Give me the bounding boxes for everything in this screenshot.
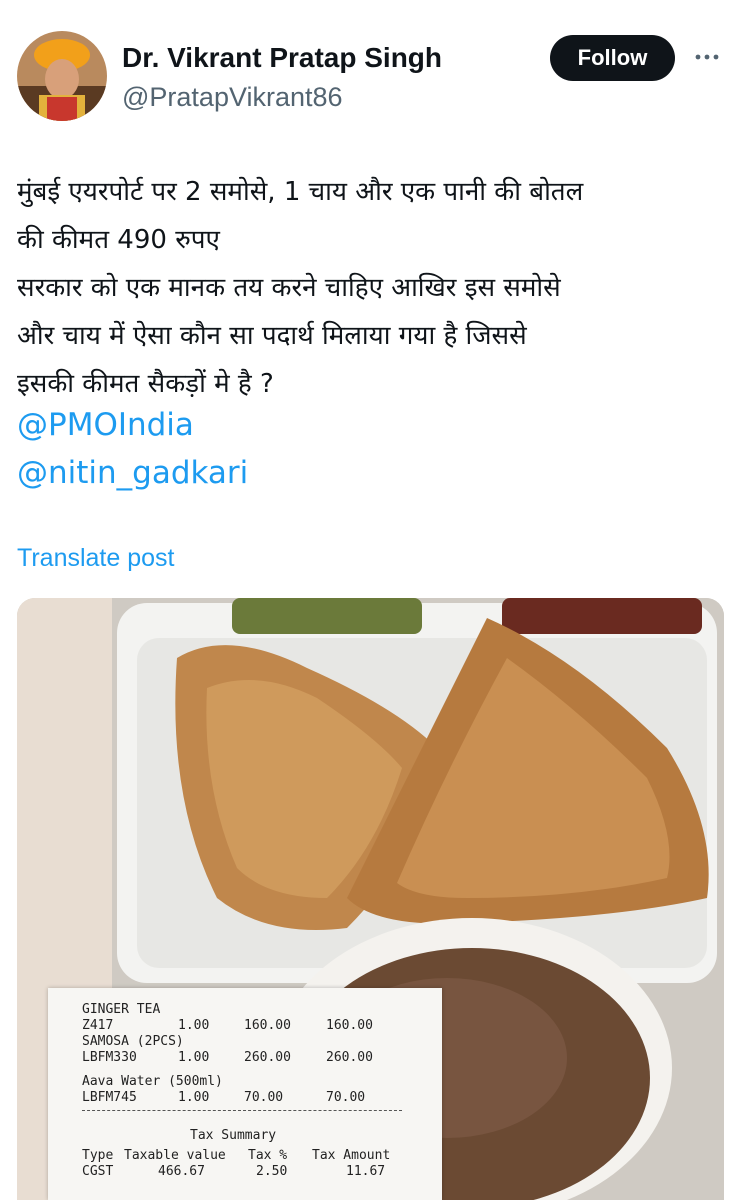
receipt-item-name: Aava Water (500ml) — [82, 1074, 223, 1089]
follow-button[interactable]: Follow — [550, 35, 675, 81]
receipt-tax-header: Tax Amount — [312, 1148, 391, 1163]
post-line: और चाय में ऐसा कौन सा पदार्थ मिलाया गया … — [17, 321, 527, 351]
post-line: मुंबई एयरपोर्ट पर 2 समोसे, 1 चाय और एक प… — [17, 177, 584, 207]
receipt-item-amount: 70.00 — [326, 1090, 366, 1105]
receipt-tax-header: Tax % — [248, 1148, 288, 1163]
post-line: इसकी कीमत सैकड़ों मे है ? — [17, 369, 274, 399]
mention-link-nitin-gadkari[interactable]: @nitin_gadkari — [17, 455, 248, 491]
receipt-item-amount: 260.00 — [326, 1050, 373, 1065]
receipt-item-code: LBFM330 — [82, 1050, 137, 1065]
receipt-item-code: Z417 — [82, 1018, 114, 1033]
receipt-tax-header: Type — [82, 1148, 114, 1163]
author-avatar[interactable] — [17, 31, 107, 121]
receipt-item-qty: 1.00 — [178, 1018, 210, 1033]
translate-post-link[interactable]: Translate post — [17, 544, 174, 573]
receipt-item-amount: 160.00 — [326, 1018, 373, 1033]
receipt-tax-title: Tax Summary — [190, 1128, 277, 1143]
follow-button-label: Follow — [577, 45, 648, 70]
author-handle[interactable]: @PratapVikrant86 — [122, 82, 343, 113]
receipt-item-rate: 160.00 — [244, 1018, 291, 1033]
receipt-tax-cell: CGST — [82, 1164, 114, 1179]
post-line: की कीमत 490 रुपए — [17, 225, 220, 255]
post-line: सरकार को एक मानक तय करने चाहिए आखिर इस स… — [17, 273, 561, 303]
receipt-item-rate: 70.00 — [244, 1090, 284, 1105]
receipt-item-qty: 1.00 — [178, 1050, 210, 1065]
mention-link-pmoindia[interactable]: @PMOIndia — [17, 407, 194, 443]
post-text: मुंबई एयरपोर्ट पर 2 समोसे, 1 चाय और एक प… — [17, 168, 729, 408]
receipt-tax-cell: 2.50 — [256, 1164, 288, 1179]
avatar-image — [17, 31, 107, 121]
receipt-item-name: GINGER TEA — [82, 1002, 161, 1017]
receipt-item-name: SAMOSA (2PCS) — [82, 1034, 184, 1049]
receipt-tax-cell: 11.67 — [346, 1164, 386, 1179]
receipt-divider — [82, 1110, 402, 1111]
receipt-item-qty: 1.00 — [178, 1090, 210, 1105]
receipt-item-rate: 260.00 — [244, 1050, 291, 1065]
more-dots-icon[interactable] — [690, 42, 724, 72]
author-name[interactable]: Dr. Vikrant Pratap Singh — [122, 42, 442, 74]
receipt-item-code: LBFM745 — [82, 1090, 137, 1105]
receipt-tax-cell: 466.67 — [158, 1164, 205, 1179]
receipt-tax-header: Taxable value — [124, 1148, 226, 1163]
receipt: GINGER TEA Z417 1.00 160.00 160.00 SAMOS… — [48, 988, 442, 1200]
